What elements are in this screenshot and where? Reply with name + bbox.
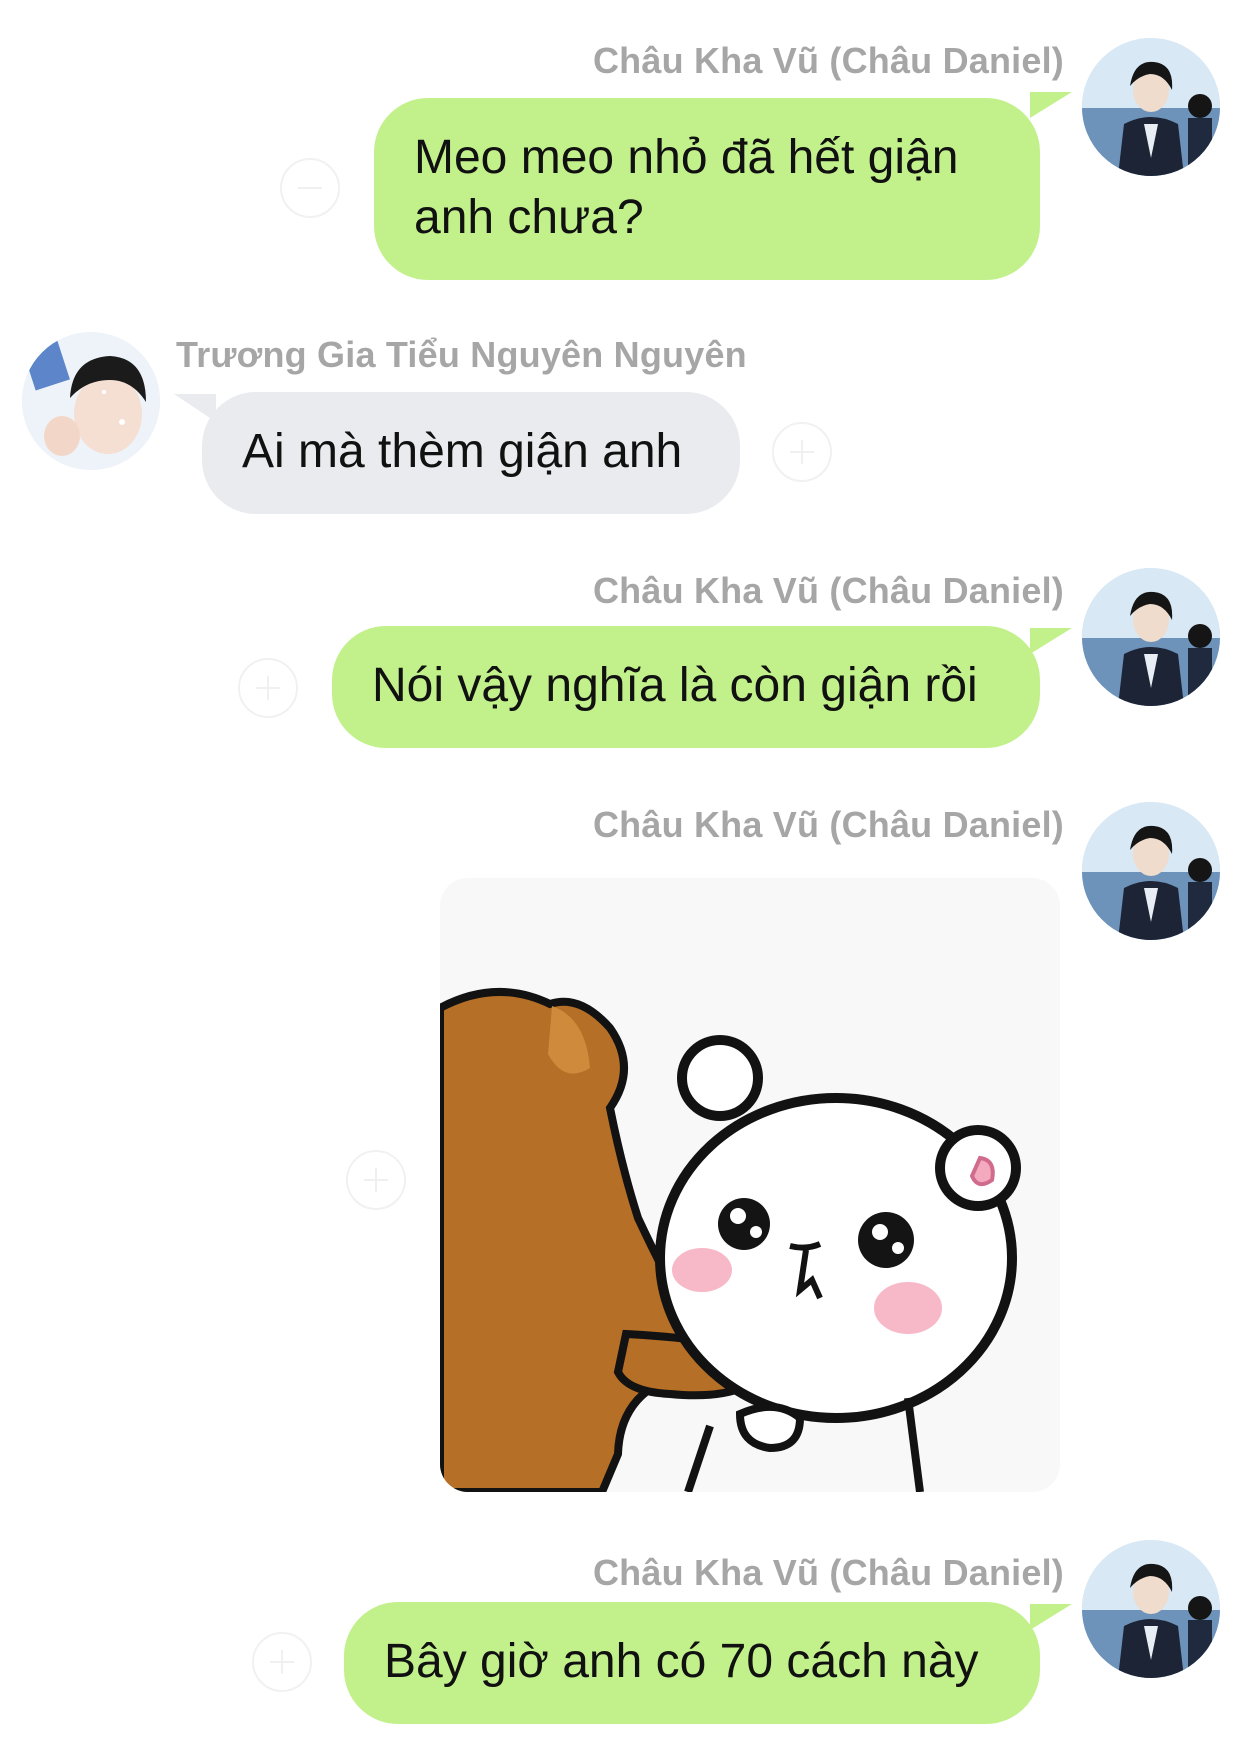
person-avatar-icon — [1082, 1540, 1220, 1678]
message-bubble[interactable]: Bây giờ anh có 70 cách này — [344, 1602, 1040, 1724]
crying-bear-sticker-icon — [440, 878, 1060, 1492]
add-reaction-icon[interactable] — [346, 1150, 406, 1210]
add-reaction-icon[interactable] — [772, 422, 832, 482]
sender-name: Châu Kha Vũ (Châu Daniel) — [592, 40, 1064, 81]
message-bubble[interactable]: Ai mà thèm giận anh — [202, 392, 740, 514]
bubble-tail — [1030, 628, 1072, 654]
person-avatar-icon — [1082, 38, 1220, 176]
person-avatar-icon — [22, 332, 160, 470]
bubble-tail — [1030, 92, 1072, 118]
add-reaction-icon[interactable] — [280, 158, 340, 218]
add-reaction-icon[interactable] — [238, 658, 298, 718]
sender-name: Châu Kha Vũ (Châu Daniel) — [592, 804, 1064, 845]
message-bubble[interactable]: Nói vậy nghĩa là còn giận rồi — [332, 626, 1040, 748]
sticker-image[interactable] — [440, 878, 1060, 1492]
avatar[interactable] — [1082, 1540, 1220, 1678]
avatar[interactable] — [1082, 568, 1220, 706]
message-text: Nói vậy nghĩa là còn giận rồi — [372, 659, 978, 712]
sender-name: Châu Kha Vũ (Châu Daniel) — [592, 570, 1064, 611]
message-text: Ai mà thèm giận anh — [242, 425, 683, 478]
message-text: Bây giờ anh có 70 cách này — [384, 1635, 979, 1688]
person-avatar-icon — [1082, 568, 1220, 706]
message-bubble[interactable]: Meo meo nhỏ đã hết giận anh chưa? — [374, 98, 1040, 280]
message-text-line: anh chưa? — [414, 191, 644, 244]
avatar[interactable] — [1082, 38, 1220, 176]
add-reaction-icon[interactable] — [252, 1632, 312, 1692]
avatar[interactable] — [1082, 802, 1220, 940]
bubble-tail — [1030, 1604, 1072, 1630]
avatar[interactable] — [22, 332, 160, 470]
person-avatar-icon — [1082, 802, 1220, 940]
sender-name: Trương Gia Tiểu Nguyên Nguyên — [176, 334, 747, 375]
message-text-line: Meo meo nhỏ đã hết giận — [414, 131, 959, 184]
sender-name: Châu Kha Vũ (Châu Daniel) — [592, 1552, 1064, 1593]
